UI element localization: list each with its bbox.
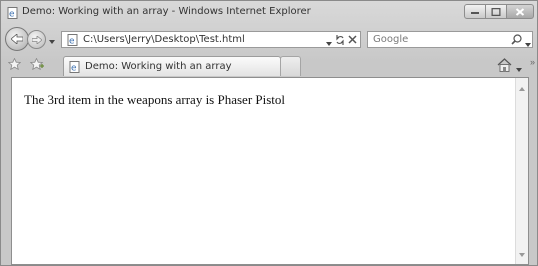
back-button[interactable] [5, 27, 29, 51]
svg-text:e: e [71, 64, 77, 74]
tab-label: Demo: Working with an array [85, 61, 232, 72]
address-dropdown-icon[interactable] [326, 37, 332, 49]
forward-button[interactable] [27, 30, 46, 49]
browser-window: e Demo: Working with an array - Windows … [0, 0, 538, 266]
window-title: Demo: Working with an array - Windows In… [22, 6, 311, 17]
ie-page-icon: e [7, 7, 19, 20]
home-icon[interactable] [497, 58, 512, 75]
search-dropdown-icon[interactable] [525, 38, 531, 50]
back-arrow-icon [11, 34, 23, 44]
recent-pages-dropdown-icon[interactable] [49, 35, 55, 47]
window-controls [464, 4, 534, 20]
title-bar: e Demo: Working with an array - Windows … [1, 1, 537, 25]
search-input[interactable]: Google [373, 34, 408, 45]
scroll-down-icon[interactable] [519, 248, 525, 260]
address-url[interactable]: C:\Users\Jerry\Desktop\Test.html [83, 34, 245, 45]
new-tab-button[interactable] [280, 56, 301, 76]
svg-text:e: e [69, 37, 75, 47]
star-icon[interactable] [7, 57, 22, 73]
add-star-icon[interactable] [29, 57, 44, 73]
stop-icon[interactable] [348, 35, 357, 47]
close-button[interactable] [506, 4, 534, 19]
page-content: The 3rd item in the weapons array is Pha… [11, 77, 529, 265]
minimize-button[interactable] [464, 4, 486, 19]
page-text: The 3rd item in the weapons array is Pha… [24, 92, 286, 107]
scroll-up-icon[interactable] [519, 82, 525, 94]
maximize-button[interactable] [485, 4, 507, 19]
refresh-icon[interactable] [335, 34, 345, 49]
tab-demo[interactable]: e Demo: Working with an array [63, 56, 281, 76]
ie-page-icon: e [69, 61, 81, 76]
vertical-scrollbar[interactable] [515, 78, 528, 264]
tab-toolbar: e Demo: Working with an array » [1, 53, 537, 77]
home-dropdown-icon[interactable] [516, 63, 522, 75]
address-bar[interactable]: e C:\Users\Jerry\Desktop\Test.html [61, 31, 361, 48]
search-box[interactable]: Google [367, 31, 533, 48]
forward-arrow-icon [31, 35, 42, 44]
address-toolbar: e C:\Users\Jerry\Desktop\Test.html Googl… [1, 25, 537, 53]
chevron-more-icon[interactable]: » [530, 57, 535, 67]
ie-page-icon: e [67, 34, 79, 49]
svg-text:e: e [9, 10, 15, 20]
magnifier-icon[interactable] [511, 34, 522, 48]
